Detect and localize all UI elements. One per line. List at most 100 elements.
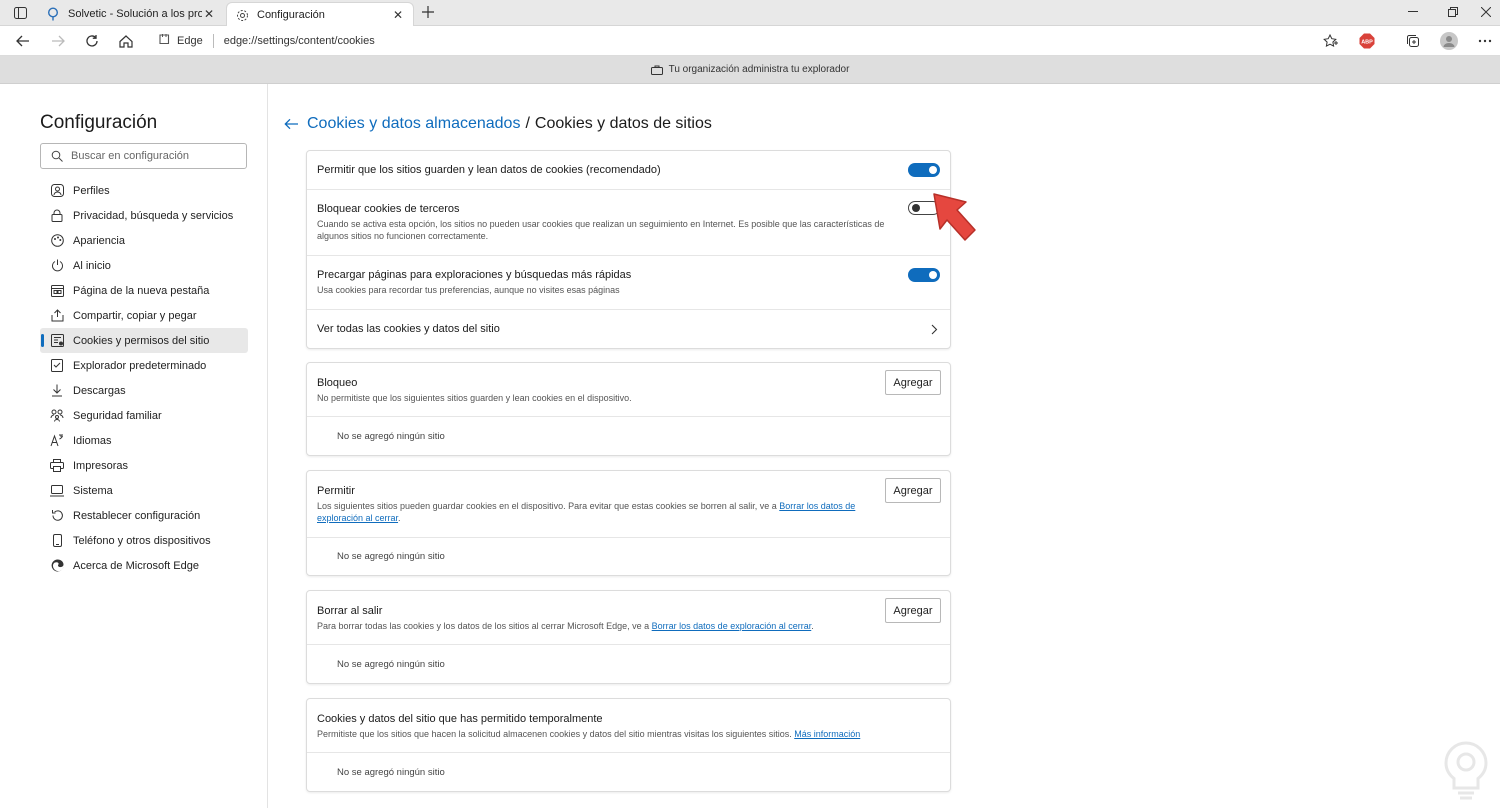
sidebar-item-nueva-pestana[interactable]: Página de la nueva pestaña (40, 278, 248, 303)
preload-toggle[interactable] (908, 268, 940, 282)
section-description: Permitiste que los sitios que hacen la s… (317, 728, 907, 740)
back-arrow-icon[interactable] (282, 115, 300, 133)
sidebar-item-acerca[interactable]: Acerca de Microsoft Edge (40, 553, 248, 578)
section-description: Los siguientes sitios pueden guardar coo… (317, 500, 877, 524)
sidebar-item-label: Página de la nueva pestaña (73, 284, 210, 297)
add-allow-button[interactable]: Agregar (885, 478, 941, 503)
temporary-empty-row: No se agregó ningún sitio (307, 753, 950, 791)
managed-banner[interactable]: Tu organización administra tu explorador (0, 56, 1500, 84)
sidebar-item-seguridad-familiar[interactable]: Seguridad familiar (40, 403, 248, 428)
search-placeholder: Buscar en configuración (71, 150, 190, 162)
sidebar-item-label: Perfiles (73, 184, 110, 197)
back-arrow-icon[interactable] (14, 32, 32, 50)
preload-row: Precargar páginas para exploraciones y b… (307, 256, 950, 310)
empty-message: No se agregó ningún sitio (337, 551, 445, 562)
clear-on-exit-empty-row: No se agregó ningún sitio (307, 645, 950, 683)
sidebar-item-explorador[interactable]: Explorador predeterminado (40, 353, 248, 378)
clear-on-close-link[interactable]: Borrar los datos de exploración al cerra… (652, 621, 812, 631)
more-menu-icon[interactable] (1476, 32, 1494, 50)
empty-message: No se agregó ningún sitio (337, 430, 445, 442)
pointer-arrow-annotation (933, 193, 976, 241)
cookies-permissions-icon (50, 334, 64, 348)
default-browser-icon (50, 359, 64, 373)
sidebar-item-privacidad[interactable]: Privacidad, búsqueda y servicios (40, 203, 248, 228)
block-header-row: Bloqueo No permitiste que los siguientes… (307, 363, 950, 417)
favorites-star-icon[interactable] (1321, 32, 1339, 50)
sidebar-item-al-inicio[interactable]: Al inicio (40, 253, 248, 278)
reset-icon (50, 509, 64, 523)
restore-icon[interactable] (1443, 3, 1463, 21)
add-clear-on-exit-button[interactable]: Agregar (885, 598, 941, 623)
sidebar-item-descargas[interactable]: Descargas (40, 378, 248, 403)
tab-actions-icon[interactable] (12, 5, 28, 21)
search-icon (51, 150, 63, 162)
family-icon (50, 409, 64, 423)
sidebar-item-label: Acerca de Microsoft Edge (73, 559, 199, 572)
gear-icon (235, 8, 249, 22)
setting-title: Bloquear cookies de terceros (317, 203, 460, 215)
sidebar-item-idiomas[interactable]: Idiomas (40, 428, 248, 453)
site-label: Edge (177, 35, 203, 47)
temporary-card: Cookies y datos del sitio que has permit… (306, 698, 951, 792)
language-icon (50, 434, 64, 448)
settings-sidebar: Configuración Buscar en configuración Pe… (0, 84, 268, 808)
description-text: . (398, 513, 401, 523)
close-tab-icon[interactable]: ✕ (202, 7, 216, 21)
allow-card: Permitir Los siguientes sitios pueden gu… (306, 470, 951, 576)
collections-icon[interactable] (1404, 32, 1422, 50)
tab-solvetic[interactable]: Solvetic - Solución a los problem ✕ (38, 2, 224, 26)
setting-description: Cuando se activa esta opción, los sitios… (317, 219, 885, 241)
close-tab-icon[interactable]: ✕ (391, 8, 405, 22)
sidebar-item-perfiles[interactable]: Perfiles (40, 178, 248, 203)
section-title: Cookies y datos del sitio que has permit… (317, 713, 603, 725)
new-tab-plus-icon[interactable] (420, 4, 436, 20)
tab-title: Solvetic - Solución a los problem (68, 8, 202, 20)
allow-empty-row: No se agregó ningún sitio (307, 538, 950, 575)
page-title: Cookies y datos de sitios (534, 115, 712, 132)
minimize-icon[interactable] (1403, 3, 1423, 21)
section-title: Bloqueo (317, 377, 358, 389)
allow-cookies-toggle[interactable] (908, 163, 940, 177)
address-bar[interactable]: Edge edge://settings/content/cookies (150, 29, 1345, 53)
sidebar-nav: Perfiles Privacidad, búsqueda y servicio… (40, 178, 248, 578)
sidebar-item-impresoras[interactable]: Impresoras (40, 453, 248, 478)
tab-title: Configuración (257, 9, 325, 21)
printer-icon (50, 459, 64, 473)
sidebar-item-label: Seguridad familiar (73, 409, 162, 422)
sidebar-title: Configuración (40, 112, 158, 133)
tab-configuracion[interactable]: Configuración ✕ (226, 2, 414, 27)
cookie-settings-card: Permitir que los sitios guarden y lean d… (306, 150, 951, 349)
search-input[interactable]: Buscar en configuración (40, 143, 247, 169)
close-window-icon[interactable] (1476, 3, 1496, 21)
sidebar-item-restablecer[interactable]: Restablecer configuración (40, 503, 248, 528)
share-icon (50, 309, 64, 323)
refresh-icon[interactable] (83, 32, 101, 50)
add-block-button[interactable]: Agregar (885, 370, 941, 395)
sidebar-item-label: Cookies y permisos del sitio (73, 334, 210, 347)
block-third-party-row: Bloquear cookies de terceros Cuando se a… (307, 190, 950, 256)
sidebar-item-apariencia[interactable]: Apariencia (40, 228, 248, 253)
edge-logo-icon (158, 33, 171, 49)
sidebar-item-sistema[interactable]: Sistema (40, 478, 248, 503)
adblock-plus-icon[interactable]: ABP (1358, 32, 1376, 50)
empty-message: No se agregó ningún sitio (337, 658, 445, 670)
section-description: No permitiste que los siguientes sitios … (317, 393, 632, 403)
forward-arrow-icon[interactable] (49, 32, 67, 50)
appearance-icon (50, 234, 64, 248)
more-info-link[interactable]: Más información (794, 729, 860, 739)
breadcrumb: Cookies y datos almacenados / Cookies y … (282, 115, 712, 133)
profile-avatar-icon[interactable] (1440, 32, 1458, 50)
sidebar-item-compartir[interactable]: Compartir, copiar y pegar (40, 303, 248, 328)
allow-cookies-row: Permitir que los sitios guarden y lean d… (307, 151, 950, 190)
system-icon (50, 484, 64, 498)
breadcrumb-parent-link[interactable]: Cookies y datos almacenados (307, 115, 520, 133)
clear-on-exit-card: Borrar al salir Para borrar todas las co… (306, 590, 951, 684)
sidebar-item-cookies[interactable]: Cookies y permisos del sitio (40, 328, 248, 353)
sidebar-item-telefono[interactable]: Teléfono y otros dispositivos (40, 528, 248, 553)
see-all-cookies-row[interactable]: Ver todas las cookies y datos del sitio (307, 310, 950, 348)
section-description: Para borrar todas las cookies y los dato… (317, 620, 907, 632)
url-text[interactable]: edge://settings/content/cookies (224, 35, 375, 47)
home-icon[interactable] (117, 32, 135, 50)
description-text: Los siguientes sitios pueden guardar coo… (317, 501, 780, 511)
clear-on-exit-header-row: Borrar al salir Para borrar todas las co… (307, 591, 950, 645)
